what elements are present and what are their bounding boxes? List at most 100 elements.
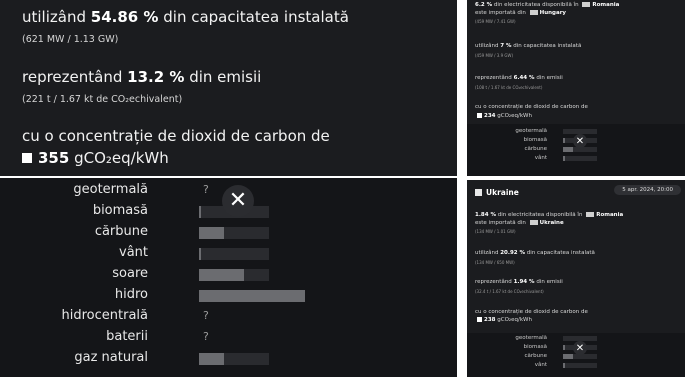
unknown-value-marker: ? — [203, 183, 209, 196]
exchange-panel-ukraine: Ukraine 5 apr. 2024, 20:00 1.84 % din el… — [467, 180, 685, 377]
emissions-suffix: din emisii — [189, 68, 262, 86]
close-icon[interactable]: ✕ — [222, 185, 254, 217]
capacity-suffix: din capacitatea instalată — [526, 250, 595, 256]
capacity-detail: (621 MW / 1.13 GW) — [22, 34, 119, 45]
import-origin-line: este importată din Ukraine — [475, 220, 564, 226]
capacity-line: utilizând 7 % din capacitatea instalată — [475, 43, 581, 49]
mini-source-bar[interactable] — [563, 345, 565, 350]
intensity-value: 238 — [484, 317, 496, 323]
origin-country: Ukraine — [539, 220, 564, 226]
source-label: biomasă — [92, 203, 148, 218]
mini-source-bar[interactable] — [563, 354, 573, 359]
capacity-prefix: utilizând — [22, 8, 86, 26]
unknown-value-marker: ? — [203, 330, 209, 343]
close-symbol: ✕ — [228, 188, 248, 213]
capacity-line: utilizând 54.86 % din capacitatea instal… — [22, 8, 349, 26]
target-country: Romania — [596, 212, 624, 218]
capacity-prefix: utilizând — [475, 43, 499, 49]
origin-country: Hungary — [539, 10, 566, 16]
capacity-value: 54.86 % — [90, 8, 159, 26]
close-icon[interactable]: ✕ — [573, 341, 587, 355]
mini-source-bar-track — [563, 363, 597, 368]
flag-icon — [529, 10, 538, 15]
country-title: Ukraine — [475, 188, 519, 197]
capacity-suffix: din capacitatea instalată — [163, 8, 349, 26]
intensity-unit: gCO₂eq/kWh — [74, 149, 169, 167]
import-line: 6.2 % din electricitatea disponibilă în … — [475, 2, 619, 8]
flag-icon — [586, 212, 595, 217]
capacity-value: 20.92 % — [500, 250, 526, 256]
emissions-value: 13.2 % — [127, 68, 185, 86]
mini-source-bar[interactable] — [563, 363, 565, 368]
intensity-unit: gCO₂eq/kWh — [497, 317, 532, 323]
import-share: 1.84 % — [475, 212, 496, 218]
intensity-line: 238 gCO₂eq/kWh — [475, 317, 532, 323]
source-label: hidrocentrală — [61, 308, 149, 323]
capacity-detail: (134 MW / 650 MW) — [475, 260, 515, 265]
close-symbol: ✕ — [575, 342, 585, 354]
source-bar[interactable] — [199, 290, 305, 302]
close-icon[interactable]: ✕ — [573, 134, 587, 148]
import-detail: (459 MW / 7.41 GW) — [475, 19, 516, 24]
date-pill[interactable]: 5 apr. 2024, 20:00 — [614, 185, 681, 195]
emissions-prefix: reprezentând — [475, 75, 512, 81]
production-sources-chart: geotermală? biomasă cărbune vânt soare hidro h… — [0, 178, 457, 377]
intensity-value: 234 — [484, 113, 496, 119]
source-label: cărbune — [94, 224, 148, 239]
emissions-line: reprezentând 6.44 % din emisii — [475, 75, 563, 81]
emissions-detail: (221 t / 1.67 kt de CO₂echivalent) — [22, 94, 183, 105]
import-origin-line: este importată din Hungary — [475, 10, 566, 16]
intensity-color-square — [477, 317, 482, 322]
source-label: soare — [112, 266, 148, 281]
emissions-value: 6.44 % — [513, 75, 535, 81]
source-bar-track — [199, 248, 269, 260]
mini-source-bar[interactable] — [563, 147, 573, 152]
import-text: din electricitatea disponibilă în — [493, 2, 579, 8]
emissions-suffix: din emisii — [536, 279, 563, 285]
source-bar[interactable] — [199, 206, 201, 218]
country-name: Ukraine — [486, 188, 519, 197]
mini-source-label: geotermală — [515, 128, 547, 134]
mini-source-label: geotermală — [515, 335, 547, 341]
import-detail: (134 MW / 1.01 GW) — [475, 229, 516, 234]
mini-sources-chart: geotermală biomasă cărbune vânt ✕ — [467, 124, 685, 176]
mini-sources-chart: geotermală biomasă cărbune vânt ✕ — [467, 333, 685, 377]
intensity-color-square — [22, 153, 32, 163]
emissions-prefix: reprezentând — [475, 279, 512, 285]
emissions-line: reprezentând 1.94 % din emisii — [475, 279, 563, 285]
flag-icon — [529, 220, 538, 225]
emissions-line: reprezentând 13.2 % din emisii — [22, 68, 261, 86]
source-bar[interactable] — [199, 269, 244, 281]
mini-source-label: cărbune — [524, 353, 547, 359]
target-country: Romania — [592, 2, 620, 8]
mini-source-label: vânt — [534, 155, 547, 161]
source-bar[interactable] — [199, 248, 201, 260]
mini-source-label: cărbune — [524, 146, 547, 152]
import-share: 6.2 % — [475, 2, 493, 8]
country-flag-icon — [475, 189, 482, 196]
mini-source-label: biomasă — [523, 344, 547, 350]
intensity-unit: gCO₂eq/kWh — [497, 113, 532, 119]
intensity-color-square — [477, 113, 482, 118]
source-label: hidro — [114, 287, 148, 302]
capacity-detail: (459 MW / 3.9 GW) — [475, 53, 514, 58]
source-bar[interactable] — [199, 353, 224, 365]
source-label: baterii — [106, 329, 148, 344]
emissions-prefix: reprezentând — [22, 68, 123, 86]
close-symbol: ✕ — [575, 135, 585, 147]
intensity-label: cu o concentrație de dioxid de carbon de — [475, 309, 588, 315]
source-label: geotermală — [73, 182, 148, 197]
mini-source-bar[interactable] — [563, 138, 565, 143]
mini-source-bar[interactable] — [563, 156, 565, 161]
intensity-line: 355 gCO₂eq/kWh — [22, 149, 169, 167]
emissions-detail: (108 t / 1.67 kt de CO₂echivalent) — [475, 85, 543, 90]
emissions-detail: (32.4 t / 1.67 kt de CO₂echivalent) — [475, 289, 544, 294]
import-origin-text: este importată din — [475, 10, 526, 16]
intensity-label: cu o concentrație de dioxid de carbon de — [475, 104, 588, 110]
intensity-line: 234 gCO₂eq/kWh — [475, 113, 532, 119]
source-bar[interactable] — [199, 227, 224, 239]
import-line: 1.84 % din electricitatea disponibilă în… — [475, 212, 623, 218]
mini-source-label: biomasă — [523, 137, 547, 143]
capacity-line: utilizând 20.92 % din capacitatea instal… — [475, 250, 595, 256]
source-label: vânt — [119, 245, 148, 260]
